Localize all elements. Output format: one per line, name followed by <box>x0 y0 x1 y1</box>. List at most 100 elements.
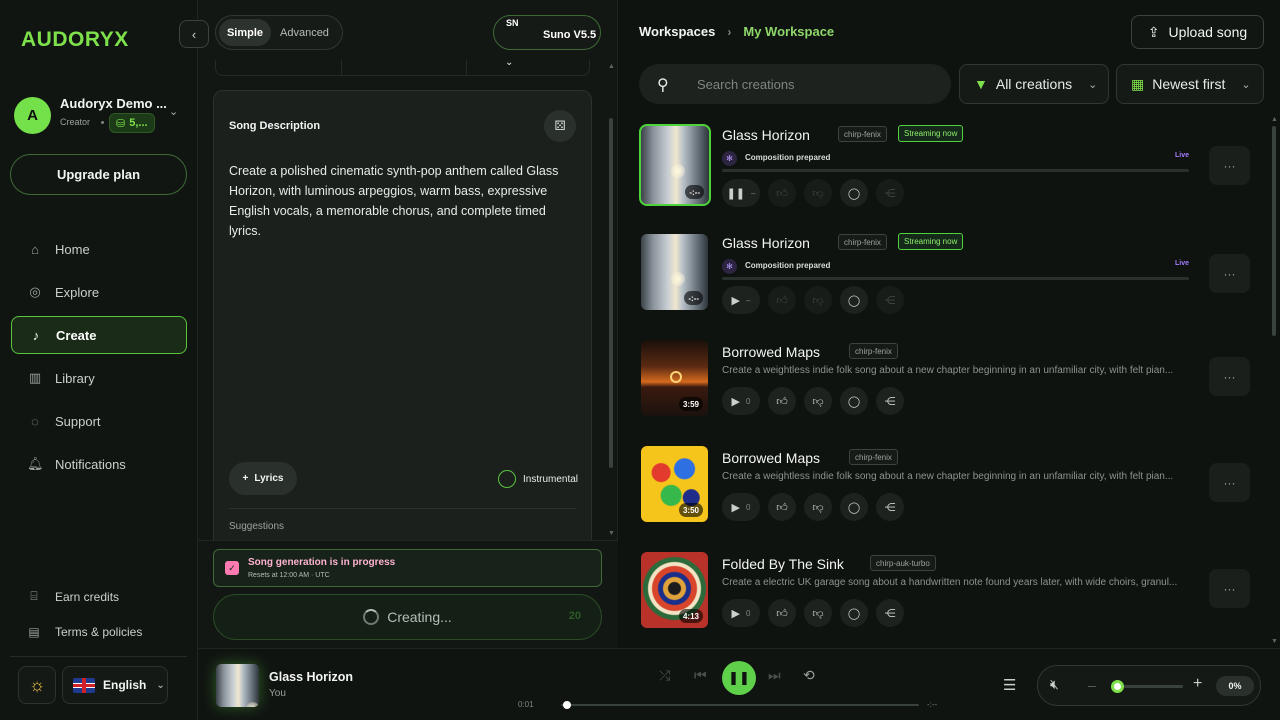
option-tabs-strip[interactable] <box>215 60 590 76</box>
shuffle-button[interactable]: ⤮ <box>659 667 670 684</box>
play-pause-button[interactable]: ❚❚ <box>722 661 756 695</box>
sidebar-item-support[interactable]: ◌ Support <box>11 402 187 440</box>
volume-down-button[interactable]: – <box>1088 677 1096 693</box>
mute-button[interactable]: 🔇︎ <box>1050 676 1059 693</box>
sidebar-item-home[interactable]: ⌂ Home <box>11 230 187 268</box>
more-options-button[interactable]: ··· <box>1209 463 1250 502</box>
song-cover[interactable]: -:-- <box>641 234 708 310</box>
pause-button[interactable]: ❚❚ – <box>722 179 760 207</box>
comment-button[interactable]: ◯ <box>840 286 868 314</box>
mode-simple-tab[interactable]: Simple <box>219 19 271 46</box>
sidebar-item-create[interactable]: ♪ Create <box>11 316 187 354</box>
volume-slider[interactable] <box>1111 680 1183 693</box>
comment-button[interactable]: ◯ <box>840 179 868 207</box>
share-button[interactable]: ⋲ <box>876 387 904 415</box>
theme-toggle-button[interactable]: ☼ <box>18 666 56 704</box>
create-button[interactable]: Creating... 20 <box>213 594 602 640</box>
dislike-button[interactable]: 👎︎ <box>804 599 832 627</box>
comment-button[interactable]: ◯ <box>840 493 868 521</box>
queue-button[interactable]: ☰ <box>1003 676 1016 694</box>
play-button[interactable]: ▶ 0 <box>722 387 760 415</box>
volume-up-button[interactable]: + <box>1193 675 1202 693</box>
song-cover[interactable]: 3:59 <box>641 340 708 416</box>
more-options-button[interactable]: ··· <box>1209 146 1250 185</box>
instrumental-toggle[interactable] <box>498 470 516 488</box>
terms-link[interactable]: ▤ Terms & policies <box>27 625 142 639</box>
scroll-up-arrow[interactable]: ▲ <box>608 63 615 70</box>
sidebar-item-notifications[interactable]: 🔔︎ Notifications <box>11 445 187 483</box>
dislike-button[interactable]: 👎︎ <box>804 387 832 415</box>
chevron-down-icon[interactable]: ⌄ <box>505 57 513 68</box>
sort-dropdown[interactable]: ▦ Newest first ⌄ <box>1116 64 1264 104</box>
song-title[interactable]: Borrowed Maps <box>722 344 820 360</box>
breadcrumb-workspaces[interactable]: Workspaces <box>639 24 715 39</box>
song-row[interactable]: -:-- Glass Horizon chirp-fenix Streaming… <box>639 124 1264 214</box>
song-title[interactable]: Glass Horizon <box>722 127 810 143</box>
song-row[interactable]: -:-- Glass Horizon chirp-fenix Streaming… <box>639 232 1264 322</box>
description-input[interactable]: Create a polished cinematic synth-pop an… <box>229 161 581 241</box>
upgrade-plan-button[interactable]: Upgrade plan <box>10 154 187 195</box>
song-row[interactable]: 3:59 Borrowed Maps chirp-fenix Create a … <box>639 338 1264 428</box>
seek-handle[interactable] <box>562 701 571 709</box>
share-button[interactable]: ⋲ <box>876 493 904 521</box>
play-button[interactable]: ▶ – <box>722 286 760 314</box>
share-button[interactable]: ⋲ <box>876 286 904 314</box>
sidebar-item-explore[interactable]: ◎ Explore <box>11 273 187 311</box>
volume-handle[interactable] <box>1111 680 1124 693</box>
comment-button[interactable]: ◯ <box>840 599 868 627</box>
user-menu[interactable]: A Audoryx Demo ... Creator ⛁ 5,... ⌄ <box>14 95 184 135</box>
language-select[interactable]: English ⌄ <box>62 666 168 704</box>
like-button[interactable]: 👍︎ <box>768 599 796 627</box>
seek-bar[interactable] <box>561 701 919 709</box>
song-title[interactable]: Borrowed Maps <box>722 450 820 466</box>
comment-button[interactable]: ◯ <box>840 387 868 415</box>
collapse-sidebar-button[interactable]: ‹ <box>179 20 209 48</box>
add-lyrics-button[interactable]: + Lyrics <box>229 462 297 495</box>
mode-advanced-tab[interactable]: Advanced <box>280 19 329 46</box>
scroll-down-arrow[interactable]: ▼ <box>1271 638 1278 645</box>
more-options-button[interactable]: ··· <box>1209 357 1250 396</box>
song-cover[interactable]: 3:50 <box>641 446 708 522</box>
share-button[interactable]: ⋲ <box>876 179 904 207</box>
like-button[interactable]: 👍︎ <box>768 286 796 314</box>
mode-toggle[interactable]: Simple Advanced <box>215 15 343 50</box>
more-options-button[interactable]: ··· <box>1209 569 1250 608</box>
scrollbar-thumb[interactable] <box>609 118 613 468</box>
breadcrumb-current[interactable]: My Workspace <box>743 24 834 39</box>
like-button[interactable]: 👍︎ <box>768 179 796 207</box>
randomize-button[interactable]: ⚄ <box>544 110 576 142</box>
song-cover[interactable]: -:-- <box>639 124 711 206</box>
play-button[interactable]: ▶ 0 <box>722 599 760 627</box>
song-cover[interactable]: 4:13 <box>641 552 708 628</box>
like-button[interactable]: 👍︎ <box>768 493 796 521</box>
now-playing-title[interactable]: Glass Horizon <box>269 670 353 684</box>
search-input[interactable] <box>697 74 937 94</box>
more-options-button[interactable]: ··· <box>1209 254 1250 293</box>
song-row[interactable]: 3:50 Borrowed Maps chirp-fenix Create a … <box>639 444 1264 534</box>
app-logo[interactable]: AUDORYX <box>21 28 129 52</box>
dislike-button[interactable]: 👎︎ <box>804 286 832 314</box>
now-playing-cover[interactable] <box>216 664 259 707</box>
filter-dropdown[interactable]: ▼ All creations ⌄ <box>959 64 1109 104</box>
dislike-button[interactable]: 👎︎ <box>804 493 832 521</box>
sidebar-item-library[interactable]: ▥ Library <box>11 359 187 397</box>
upload-song-button[interactable]: ⇪ Upload song <box>1131 15 1264 49</box>
earn-credits-link[interactable]: ⌸ Earn credits <box>27 589 119 604</box>
share-button[interactable]: ⋲ <box>876 599 904 627</box>
ellipsis-icon: ··· <box>1223 158 1236 173</box>
repeat-button[interactable]: ⟲ <box>803 667 815 684</box>
next-button[interactable]: ⏭︎ <box>768 667 781 684</box>
scroll-down-arrow[interactable]: ▼ <box>608 530 615 537</box>
credits-badge[interactable]: ⛁ 5,... <box>109 113 155 133</box>
song-title[interactable]: Glass Horizon <box>722 235 810 251</box>
chevron-down-icon[interactable]: ⌄ <box>169 105 178 118</box>
dislike-button[interactable]: 👎︎ <box>804 179 832 207</box>
model-select-button[interactable]: SN Suno V5.5 <box>493 15 601 50</box>
previous-button[interactable]: ⏮︎ <box>694 667 707 684</box>
scroll-up-arrow[interactable]: ▲ <box>1271 116 1278 123</box>
song-title[interactable]: Folded By The Sink <box>722 556 844 572</box>
song-row[interactable]: 4:13 Folded By The Sink chirp-auk-turbo … <box>639 550 1264 640</box>
like-button[interactable]: 👍︎ <box>768 387 796 415</box>
play-button[interactable]: ▶ 0 <box>722 493 760 521</box>
scrollbar-thumb[interactable] <box>1272 126 1276 336</box>
